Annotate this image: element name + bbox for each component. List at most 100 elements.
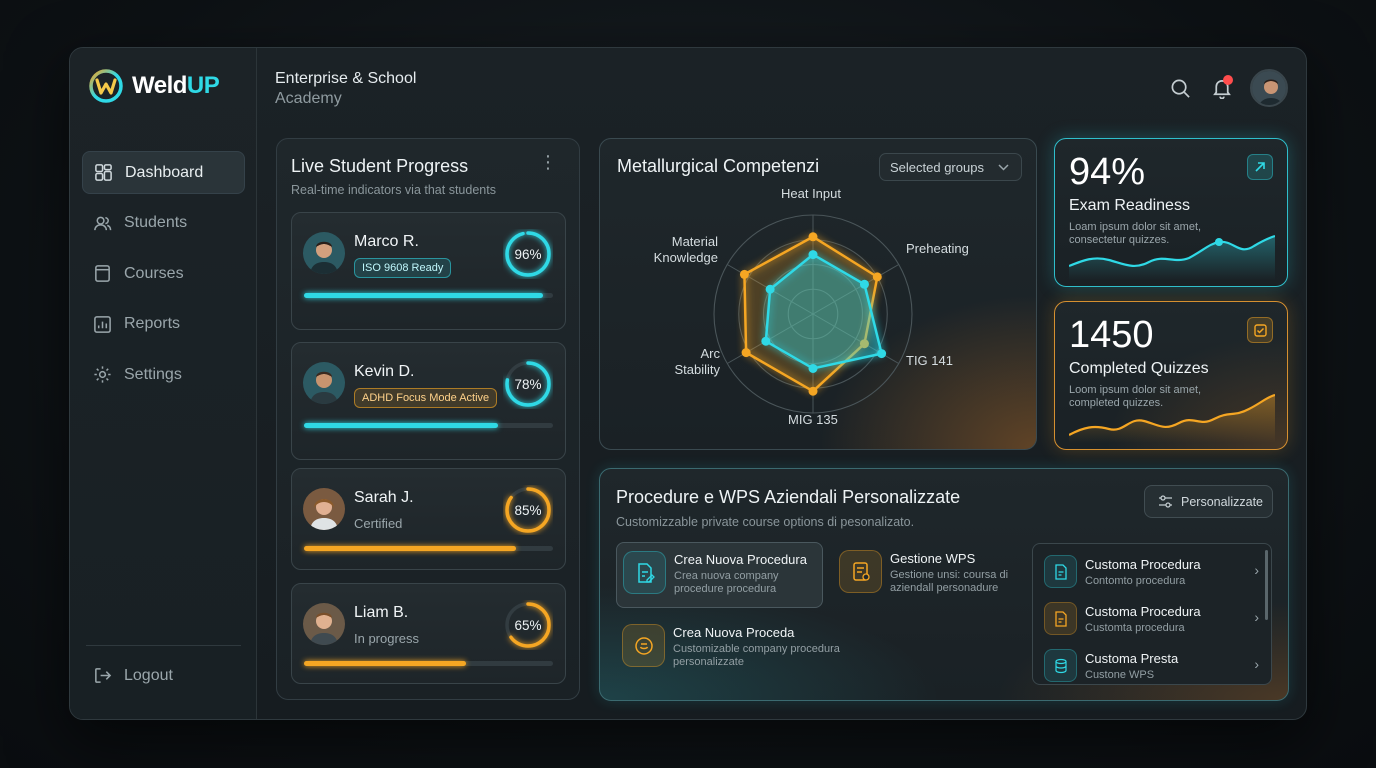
radar-axis-label: Preheating: [906, 241, 969, 256]
nav-item-students[interactable]: Students: [82, 202, 245, 245]
notification-badge: [1223, 75, 1233, 85]
radar-point: [859, 279, 869, 289]
radar-point: [741, 348, 751, 358]
radar-axis-label: Heat Input: [781, 186, 841, 201]
list-item-title: Customa Procedura: [1085, 604, 1201, 619]
main-nav: Dashboard Students Courses Reports Setti…: [82, 151, 245, 404]
app-window: WeldUP Dashboard Students Courses Report…: [69, 47, 1307, 720]
radar-point: [761, 336, 771, 346]
radar-chart: [713, 214, 913, 414]
progress-percent: 65%: [514, 617, 542, 633]
list-item-description: Customta procedura: [1085, 622, 1185, 634]
gear-icon: [94, 366, 111, 383]
progress-percent: 96%: [514, 246, 542, 262]
student-row[interactable]: Sarah J. Certified 85%: [291, 468, 566, 570]
nav-item-settings[interactable]: Settings: [82, 353, 245, 396]
radar-point: [739, 269, 749, 279]
nav-item-reports[interactable]: Reports: [82, 303, 245, 346]
radar-axis-label: TIG 141: [906, 353, 953, 368]
sidebar-divider: [86, 645, 241, 646]
nav-item-courses[interactable]: Courses: [82, 252, 245, 295]
student-avatar: [303, 603, 345, 645]
list-item[interactable]: Customa Presta Custone WPS ›: [1033, 641, 1261, 684]
select-value: Selected groups: [890, 159, 984, 175]
wps-procedures-card: Procedure e WPS Aziendali Personalizzate…: [599, 468, 1289, 701]
procedure-list[interactable]: Customa Procedura Contomto procedura › C…: [1032, 543, 1272, 685]
reports-chart-icon: [94, 315, 111, 333]
nav-item-dashboard[interactable]: Dashboard: [82, 151, 245, 194]
action-description: Customizable company procedura personali…: [673, 643, 840, 668]
radar-axis-label: Material Knowledge: [653, 234, 718, 265]
nav-label: Students: [124, 214, 188, 231]
status-badge: ADHD Focus Mode Active: [354, 388, 498, 408]
radar-axis-label: Arc Stability: [674, 346, 720, 377]
progress-bar: [304, 546, 553, 551]
list-item[interactable]: Customa Procedura Customta procedura ›: [1033, 594, 1261, 641]
search-icon[interactable]: [1170, 78, 1191, 99]
stat-label: Exam Readiness: [1069, 197, 1190, 214]
action-description: Gestione unsi: coursa di aziendall perso…: [890, 569, 1009, 594]
list-item-title: Customa Procedura: [1085, 557, 1201, 572]
student-avatar: [303, 362, 345, 404]
chevron-right-icon: ›: [1254, 609, 1259, 625]
document-icon: [1044, 555, 1077, 588]
radar-point: [808, 250, 818, 260]
action-title: Gestione WPS: [890, 551, 976, 566]
group-select-dropdown[interactable]: Selected groups: [879, 153, 1022, 181]
card-title: Metallurgical Competenzi: [617, 156, 820, 176]
database-icon: [1044, 649, 1077, 682]
manage-wps-action[interactable]: Gestione WPS Gestione unsi: coursa di az…: [833, 542, 1023, 608]
list-item-description: Custone WPS: [1085, 669, 1155, 681]
more-options-icon[interactable]: ⋮: [539, 153, 557, 171]
list-scrollbar[interactable]: [1265, 550, 1268, 620]
student-status: Certified: [354, 516, 403, 531]
logout-button[interactable]: Logout: [93, 666, 173, 685]
logout-label: Logout: [124, 666, 173, 684]
personalize-filter-button[interactable]: Personalizzate: [1144, 485, 1273, 518]
brand-name-part: Weld: [132, 72, 187, 99]
user-avatar[interactable]: [1250, 69, 1288, 107]
check-square-icon[interactable]: [1247, 317, 1273, 343]
card-subtitle: Customizzable private course options di …: [616, 515, 915, 529]
progress-percent: 85%: [514, 502, 542, 518]
student-avatar: [303, 488, 345, 530]
student-row[interactable]: Liam B. In progress 65%: [291, 583, 566, 684]
student-row[interactable]: Marco R. ISO 9608 Ready 96%: [291, 212, 566, 330]
document-gear-icon: [839, 550, 882, 593]
progress-bar-fill: [304, 661, 466, 666]
exam-readiness-card: 94% Exam Readiness Loam ipsum dolor sit …: [1054, 138, 1288, 287]
student-status: In progress: [354, 631, 420, 646]
completed-quizzes-card: 1450 Completed Quizzes Loom ipsum dolor …: [1054, 301, 1288, 450]
status-badge: ISO 9608 Ready: [354, 258, 452, 278]
progress-bar-fill: [304, 546, 516, 551]
progress-percent: 78%: [514, 376, 542, 392]
list-item-title: Customa Presta: [1085, 651, 1179, 666]
action-title: Crea Nuova Proceda: [673, 625, 795, 640]
nav-label: Settings: [124, 365, 182, 383]
sliders-icon: [1159, 495, 1172, 508]
progress-bar: [304, 423, 553, 428]
metallurgical-competence-card: Metallurgical Competenzi Selected groups…: [599, 138, 1037, 450]
arrow-up-right-icon[interactable]: [1247, 154, 1273, 180]
card-subtitle: Real-time indicators via that students: [291, 183, 496, 197]
radar-point: [808, 363, 818, 373]
logout-icon: [95, 668, 112, 683]
page-title: Enterprise & School Academy: [275, 69, 416, 109]
progress-bar-fill: [304, 423, 499, 428]
student-row[interactable]: Kevin D. ADHD Focus Mode Active 78%: [291, 342, 566, 460]
radar-point: [808, 386, 818, 396]
welding-logo-icon: [89, 69, 123, 103]
completed-quizzes-sparkline: [1069, 393, 1275, 443]
student-name: Liam B.: [354, 604, 409, 621]
create-new-procedure-action[interactable]: Crea Nuova Proceda Customizable company …: [616, 616, 856, 682]
list-item-description: Contomto procedura: [1085, 575, 1186, 587]
list-item[interactable]: Customa Procedura Contomto procedura ›: [1033, 547, 1261, 594]
exam-readiness-sparkline: [1069, 234, 1275, 280]
student-name: Marco R.: [354, 233, 419, 250]
user-avatar-image: [1252, 71, 1286, 105]
chevron-right-icon: ›: [1254, 562, 1259, 578]
create-procedure-action[interactable]: Crea Nuova Procedura Crea nuova company …: [616, 542, 823, 608]
brand-logo[interactable]: WeldUP: [88, 68, 220, 104]
radar-axis-label: MIG 135: [788, 412, 838, 427]
chevron-right-icon: ›: [1254, 656, 1259, 672]
